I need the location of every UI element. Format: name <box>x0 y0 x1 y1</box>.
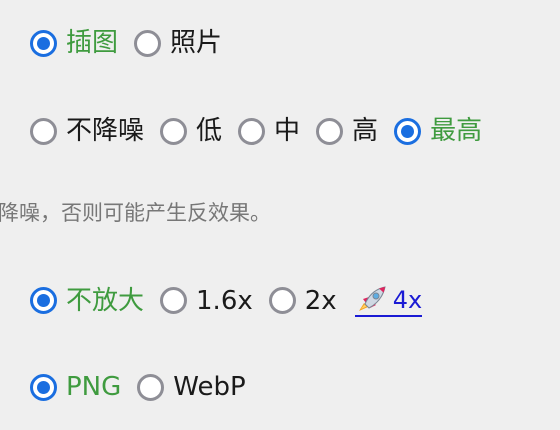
denoise-label-highest: 最高 <box>430 116 483 146</box>
image-type-option-illustration[interactable]: 插图 <box>30 28 118 58</box>
denoise-option-highest[interactable]: 最高 <box>394 116 482 146</box>
image-type-option-photo[interactable]: 照片 <box>134 28 222 58</box>
upscale-group: 不放大 1.6x 2x 4x <box>30 284 423 317</box>
denoise-hint-text: 降噪，否则可能产生反效果。 <box>0 201 271 225</box>
image-type-group: 插图 照片 <box>30 28 222 58</box>
image-type-radio-illustration[interactable] <box>30 29 57 57</box>
upscale-radio-none[interactable] <box>30 287 57 314</box>
upscale-label-1-6x: 1.6x <box>196 285 253 316</box>
upscale-radio-2x[interactable] <box>268 287 296 314</box>
upscale-4x-link[interactable]: 4x <box>354 284 423 317</box>
denoise-label-none: 不降噪 <box>66 116 145 146</box>
denoise-option-none[interactable]: 不降噪 <box>30 116 144 146</box>
denoise-group: 不降噪 低 中 高 最高 <box>30 116 482 146</box>
denoise-label-low: 低 <box>196 116 223 146</box>
format-option-webp[interactable]: WebP <box>137 372 246 402</box>
denoise-radio-highest[interactable] <box>394 117 422 145</box>
format-option-png[interactable]: PNG <box>30 372 121 402</box>
denoise-option-low[interactable]: 低 <box>160 116 222 146</box>
upscale-option-2x[interactable]: 2x <box>268 285 337 316</box>
denoise-radio-medium[interactable] <box>238 117 266 145</box>
denoise-label-high: 高 <box>352 116 379 146</box>
denoise-option-high[interactable]: 高 <box>316 116 378 146</box>
image-type-label-illustration: 插图 <box>66 28 119 58</box>
format-group: PNG WebP <box>30 372 246 402</box>
upscale-radio-1-6x[interactable] <box>160 287 188 314</box>
format-radio-png[interactable] <box>30 373 57 401</box>
upscale-option-none[interactable]: 不放大 <box>30 286 144 316</box>
denoise-radio-high[interactable] <box>316 117 344 145</box>
image-type-radio-photo[interactable] <box>134 29 162 57</box>
denoise-radio-none[interactable] <box>30 117 57 145</box>
format-label-png: PNG <box>66 372 122 402</box>
image-type-label-photo: 照片 <box>170 28 223 58</box>
upscale-4x-label: 4x <box>392 286 423 314</box>
denoise-option-medium[interactable]: 中 <box>238 116 300 146</box>
denoise-radio-low[interactable] <box>160 117 188 145</box>
denoise-label-medium: 中 <box>274 116 301 146</box>
rocket-icon <box>358 286 386 311</box>
settings-panel: 插图 照片 不降噪 低 中 高 最高 降噪，否则可能产生反效果。 不放大 1.6… <box>0 0 560 430</box>
format-radio-webp[interactable] <box>137 373 165 401</box>
upscale-option-1-6x[interactable]: 1.6x <box>160 286 253 316</box>
upscale-label-2x: 2x <box>304 285 337 316</box>
format-label-webp: WebP <box>173 372 246 402</box>
upscale-label-none: 不放大 <box>66 285 145 316</box>
